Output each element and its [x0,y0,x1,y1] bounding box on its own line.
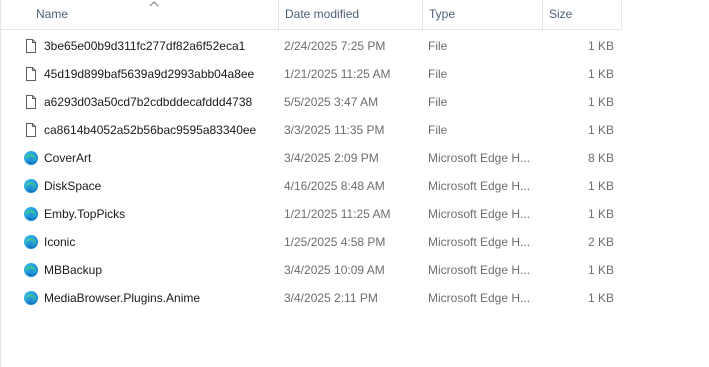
file-name: 45d19d899baf5639a9d2993abb04a8ee [44,67,255,81]
file-row[interactable]: MBBackup 3/4/2025 10:09 AM Microsoft Edge … [0,256,622,284]
column-header-date-modified[interactable]: Date modified [278,0,422,29]
file-row[interactable]: a6293d03a50cd7b2cdbddecafddd4738 5/5/2025… [0,88,622,116]
file-row[interactable]: MediaBrowser.Plugins.Anime 3/4/2025 2:11 … [0,284,622,312]
column-header-bar: Name Date modified Type Size [0,0,622,30]
file-date-modified: 1/21/2025 11:25 AM [284,67,391,81]
file-name: ca8614b4052a52b56bac9595a83340ee [44,123,257,137]
file-name: 3be65e00b9d311fc277df82a6f52eca1 [44,39,246,53]
file-date-modified: 4/16/2025 8:48 AM [284,179,385,193]
file-type: File [428,95,448,109]
file-row[interactable]: CoverArt 3/4/2025 2:09 PM Microsoft Edge H… [0,144,622,172]
file-date-modified: 3/4/2025 2:11 PM [284,291,378,305]
file-type: File [428,39,448,53]
file-icon [23,94,39,110]
file-type: File [428,67,448,81]
file-date-modified: 3/4/2025 10:09 AM [284,263,385,277]
file-row[interactable]: Emby.TopPicks 1/21/2025 11:25 AM Microsoft… [0,200,622,228]
file-type: Microsoft Edge H... [428,151,531,165]
file-date-modified: 2/24/2025 7:25 PM [284,39,386,53]
file-size: 1 KB [587,263,614,277]
file-name: a6293d03a50cd7b2cdbddecafddd4738 [44,95,253,109]
file-type: Microsoft Edge H... [428,207,531,221]
edge-icon [23,178,39,194]
file-date-modified: 1/21/2025 11:25 AM [284,207,391,221]
file-size: 8 KB [587,151,614,165]
file-name: DiskSpace [44,179,102,193]
file-explorer-details-view: Name Date modified Type Size 3be65e00b9d… [0,0,709,367]
edge-icon [23,262,39,278]
file-row[interactable]: Iconic 1/25/2025 4:58 PM Microsoft Edge H.… [0,228,622,256]
edge-icon [23,234,39,250]
file-size: 1 KB [587,291,614,305]
file-size: 1 KB [587,39,614,53]
file-name: MBBackup [44,263,103,277]
edge-icon [23,290,39,306]
file-size: 1 KB [587,207,614,221]
file-size: 1 KB [587,95,614,109]
column-header-size[interactable]: Size [542,0,622,29]
column-header-type[interactable]: Type [422,0,542,29]
file-size: 1 KB [587,179,614,193]
column-header-name[interactable]: Name [30,0,278,29]
file-row[interactable]: 45d19d899baf5639a9d2993abb04a8ee 1/21/202… [0,60,622,88]
file-size: 1 KB [587,123,614,137]
file-type: Microsoft Edge H... [428,235,531,249]
file-size: 1 KB [587,67,614,81]
file-date-modified: 3/3/2025 11:35 PM [284,123,385,137]
file-name: MediaBrowser.Plugins.Anime [44,291,201,305]
file-type: Microsoft Edge H... [428,179,531,193]
edge-icon [23,150,39,166]
file-icon [23,66,39,82]
file-row[interactable]: DiskSpace 4/16/2025 8:48 AM Microsoft Edge… [0,172,622,200]
file-row[interactable]: 3be65e00b9d311fc277df82a6f52eca1 2/24/202… [0,32,622,60]
file-row[interactable]: ca8614b4052a52b56bac9595a83340ee 3/3/2025… [0,116,622,144]
file-icon [23,38,39,54]
edge-icon [23,206,39,222]
file-name: Emby.TopPicks [44,207,126,221]
file-icon [23,122,39,138]
file-list: 3be65e00b9d311fc277df82a6f52eca1 2/24/202… [0,32,622,312]
file-date-modified: 1/25/2025 4:58 PM [284,235,386,249]
file-type: Microsoft Edge H... [428,291,531,305]
file-name: Iconic [44,235,76,249]
file-type: Microsoft Edge H... [428,263,531,277]
file-size: 2 KB [587,235,614,249]
file-date-modified: 3/4/2025 2:09 PM [284,151,379,165]
file-name: CoverArt [44,151,92,165]
file-date-modified: 5/5/2025 3:47 AM [284,95,379,109]
file-type: File [428,123,448,137]
